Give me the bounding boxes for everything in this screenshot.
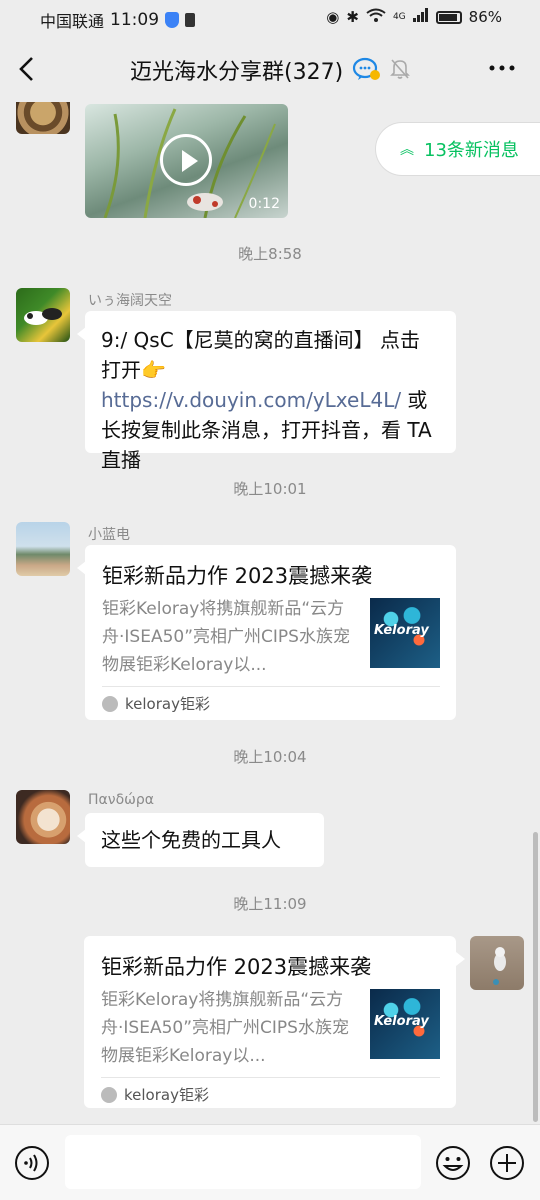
voice-icon <box>15 1146 49 1180</box>
plus-icon <box>490 1146 524 1180</box>
chat-bubble-icon <box>352 56 382 82</box>
timestamp: 晚上8:58 <box>238 245 302 263</box>
sender-name: Πανδώρα <box>88 792 154 808</box>
back-icon <box>19 57 33 81</box>
divider <box>102 686 440 687</box>
video-duration: 0:12 <box>248 196 280 212</box>
sender-name: いぅ海阔天空 <box>88 293 172 309</box>
card-description: 钜彩Keloray将携旗舰新品“云方舟·ISEA50”亮相广州CIPS水族宠物展… <box>102 599 350 675</box>
carrier-label: 中国联通 <box>40 12 105 31</box>
card-thumbnail: Keloray <box>370 989 440 1059</box>
more-icon <box>489 65 515 71</box>
timestamp: 晚上10:04 <box>233 748 307 766</box>
avatar[interactable] <box>470 936 524 990</box>
divider <box>101 1077 440 1078</box>
avatar[interactable] <box>16 790 70 844</box>
source-icon <box>102 696 118 712</box>
wifi-icon <box>366 8 386 26</box>
emoji-button[interactable] <box>435 1145 471 1181</box>
back-button[interactable] <box>14 54 40 84</box>
card-thumbnail-text: Keloray <box>374 1014 429 1029</box>
more-actions-button[interactable] <box>489 1145 525 1181</box>
mute-icon <box>390 58 410 80</box>
battery-label: 86% <box>468 8 502 26</box>
battery-icon <box>435 10 462 24</box>
avatar[interactable] <box>16 522 70 576</box>
more-button[interactable] <box>488 58 516 78</box>
message-link[interactable]: https://v.douyin.com/yLxeL4L/ <box>101 388 401 412</box>
timestamp: 晚上10:01 <box>233 480 307 498</box>
chat-area[interactable]: 0:12 ︽ 13条新消息 晚上8:58 いぅ海阔天空 9:/ QsC【尼莫的窝… <box>0 102 540 1124</box>
shield-icon <box>165 12 180 28</box>
card-source: keloray钜彩 <box>125 695 210 713</box>
network-label: 4G <box>392 12 406 22</box>
scrollbar[interactable] <box>533 832 538 1122</box>
card-title: 钜彩新品力作 2023震撼来袭 <box>102 564 373 588</box>
card-thumbnail-text: Keloray <box>374 623 429 638</box>
avatar[interactable] <box>16 102 70 134</box>
new-messages-button[interactable]: ︽ 13条新消息 <box>375 122 540 176</box>
timestamp: 晚上11:09 <box>233 895 307 913</box>
chat-header: 迈光海水分享群(327) <box>0 36 540 102</box>
avatar[interactable] <box>16 288 70 342</box>
double-chevron-up-icon: ︽ <box>400 142 414 158</box>
new-messages-label: 13条新消息 <box>424 140 519 161</box>
card-source: keloray钜彩 <box>124 1086 209 1104</box>
bluetooth-icon: ✱ <box>346 8 359 26</box>
link-card[interactable]: 钜彩新品力作 2023震撼来袭 钜彩Keloray将携旗舰新品“云方舟·ISEA… <box>77 545 456 720</box>
message-bubble[interactable]: 9:/ QsC【尼莫的窝的直播间】 点击打开👉 https://v.douyin.… <box>77 311 456 472</box>
card-thumbnail: Keloray <box>370 598 440 668</box>
message-text-part: 9:/ QsC【尼莫的窝的直播间】 点击打开👉 <box>101 328 421 382</box>
source-icon <box>101 1087 117 1103</box>
card-description: 钜彩Keloray将携旗舰新品“云方舟·ISEA50”亮相广州CIPS水族宠物展… <box>101 990 349 1066</box>
page-title: 迈光海水分享群(327) <box>130 60 344 85</box>
sender-name: 小蓝电 <box>88 527 130 543</box>
message-text[interactable]: 9:/ QsC【尼莫的窝的直播间】 点击打开👉 https://v.douyin.… <box>101 325 440 475</box>
link-card[interactable]: 钜彩新品力作 2023震撼来袭 钜彩Keloray将携旗舰新品“云方舟·ISEA… <box>84 936 465 1108</box>
emoji-icon <box>436 1146 470 1180</box>
clock: 11:09 <box>110 10 160 30</box>
play-icon[interactable] <box>160 134 212 186</box>
voice-button[interactable] <box>14 1145 50 1181</box>
card-title: 钜彩新品力作 2023震撼来袭 <box>101 955 372 979</box>
message-input[interactable] <box>65 1135 421 1189</box>
eye-icon: ◉ <box>326 8 340 26</box>
message-bubble[interactable]: 这些个免费的工具人 <box>77 813 324 867</box>
message-text[interactable]: 这些个免费的工具人 <box>101 825 308 855</box>
status-bar: 中国联通 11:09 ◉ ✱ 4G 86% <box>0 0 540 36</box>
input-bar <box>0 1124 540 1200</box>
sim-icon <box>185 13 196 27</box>
video-message[interactable]: 0:12 <box>85 104 288 218</box>
signal-icon <box>412 8 429 26</box>
